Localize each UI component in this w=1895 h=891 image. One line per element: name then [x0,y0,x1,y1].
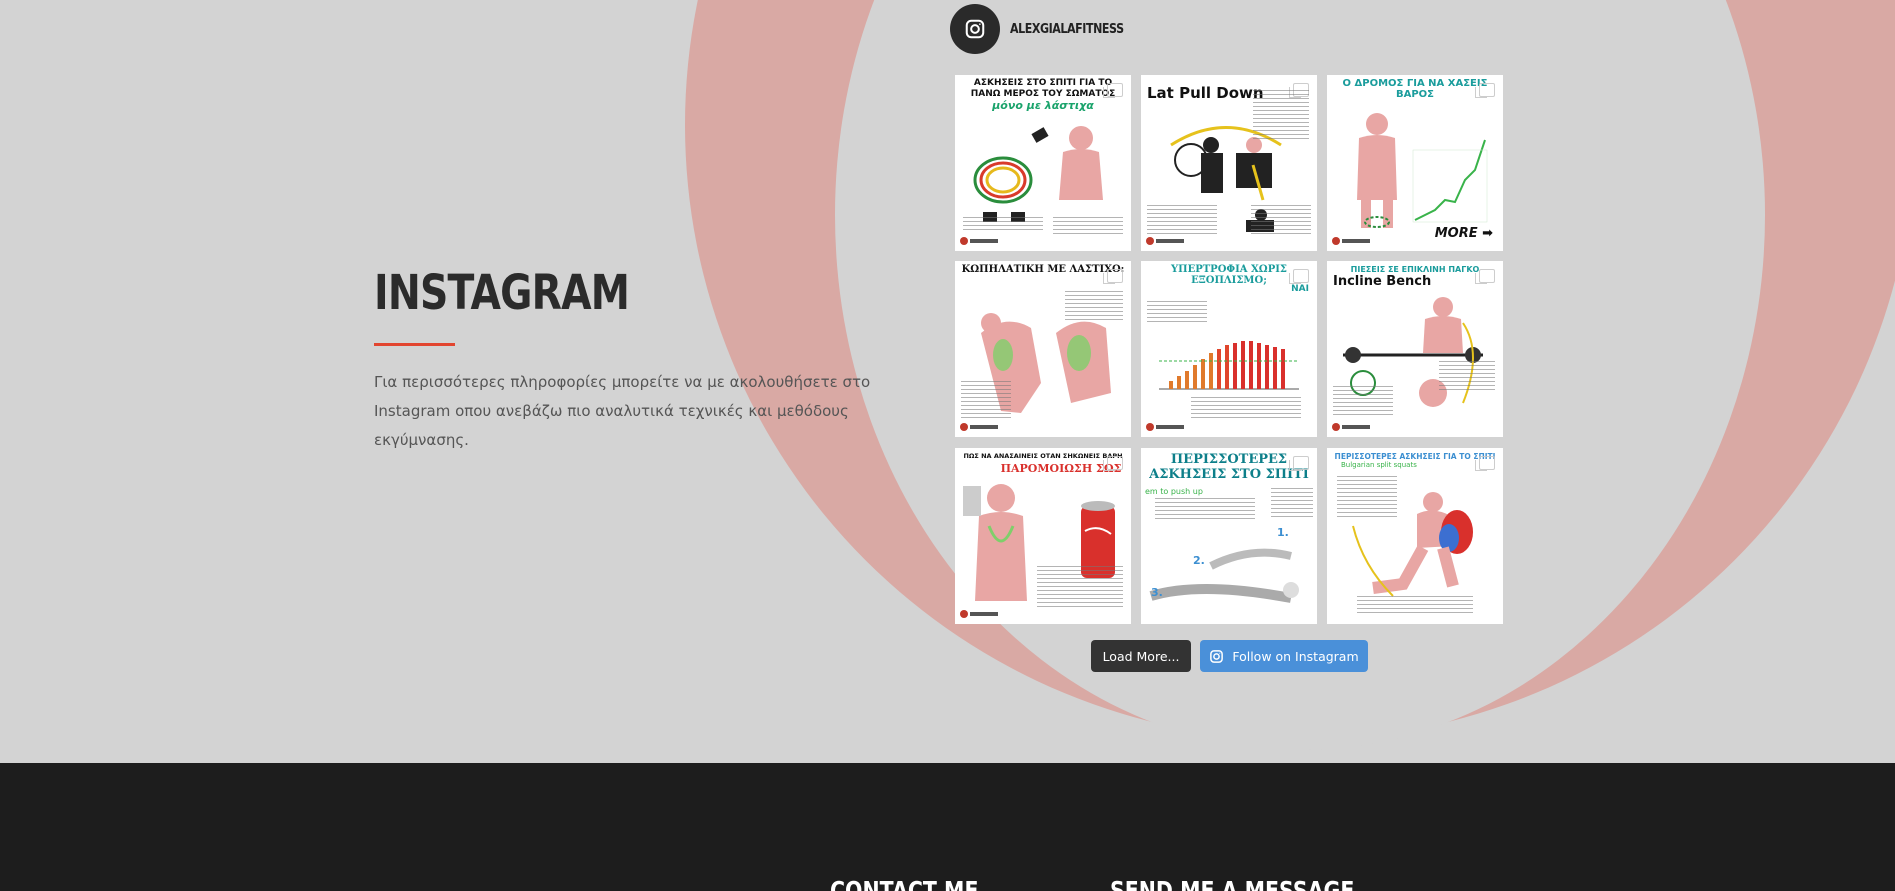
post-caption-text [1053,217,1123,237]
instagram-post[interactable]: ΠΕΡΙΣΣΟΤΕΡΕΣ ΑΣΚΗΣΕΙΣ ΣΤΟ ΣΠΙΤΙ em to pu… [1141,448,1317,624]
post-illustration [1357,113,1488,228]
multi-image-icon [1289,456,1309,471]
post-caption-text [1271,488,1313,518]
instagram-post[interactable]: ΠΩΣ ΝΑ ΑΝΑΣΑΙΝΕΙΣ ΟΤΑΝ ΣΗΚΩΝΕΙΣ ΒΑΡΗ ΠΑΡ… [955,448,1131,624]
instagram-avatar[interactable] [950,4,1000,54]
more-badge: MORE ➡ [1434,226,1493,241]
multi-image-icon [1103,83,1123,98]
instagram-post[interactable]: Lat Pull Down [1141,75,1317,251]
instagram-icon [1210,649,1224,663]
instagram-post[interactable]: Ο ΔΡΟΜΟΣ ΓΙΑ ΝΑ ΧΑΣΕΙΣ ΒΑΡΟΣ MORE ➡ [1327,75,1503,251]
post-illustration [973,126,1103,222]
brand-logo-icon [960,423,998,431]
footer-message-heading: SEND ME A MESSAGE [1110,876,1355,891]
instagram-post[interactable]: ΠΙΕΣΕΙΣ ΣΕ ΕΠΙΚΛΙΝΗ ΠΑΓΚΟ Incline Bench [1327,261,1503,437]
post-caption-text [1147,301,1207,323]
post-title: Ο ΔΡΟΜΟΣ ΓΙΑ ΝΑ ΧΑΣΕΙΣ ΒΑΡΟΣ [1342,78,1488,100]
footer: CONTACT ME SEND ME A MESSAGE [0,763,1895,891]
instagram-profile[interactable]: ALEXGIALAFITNESS [950,4,1144,54]
instagram-post[interactable]: ΠΕΡΙΣΣΟΤΕΡΕΣ ΑΣΚΗΣΕΙΣ ΓΙΑ ΤΟ ΣΠΙΤΙ Bulga… [1327,448,1503,624]
post-caption-text [1065,291,1123,321]
instagram-username[interactable]: ALEXGIALAFITNESS [1010,22,1124,37]
load-more-label: Load More... [1102,648,1180,664]
post-caption-text [1439,361,1495,391]
post-subtitle: μόνο με λάστιχα [992,99,1094,112]
post-title: ΠΩΣ ΝΑ ΑΝΑΣΑΙΝΕΙΣ ΟΤΑΝ ΣΗΚΩΝΕΙΣ ΒΑΡΗ [963,452,1123,460]
post-subtitle: Bulgarian split squats [1341,461,1417,469]
brand-logo-icon [960,610,998,618]
section-description: Για περισσότερες πληροφορίες μπορείτε να… [374,373,871,449]
brand-logo-icon [1332,237,1370,245]
section-heading: INSTAGRAM [374,265,630,321]
post-title: Lat Pull Down [1147,84,1264,102]
post-caption-text [1337,476,1397,520]
brand-logo-icon [960,237,998,245]
post-title: ΚΩΠΗΛΑΤΙΚΗ ΜΕ ΛΑΣΤΙΧΟ: [961,264,1125,275]
svg-text:1.: 1. [1277,526,1289,539]
post-caption-text [1357,596,1473,614]
post-caption-text [1333,386,1393,416]
post-caption-text [961,381,1011,421]
follow-on-instagram-button[interactable]: Follow on Instagram [1200,640,1368,672]
follow-label: Follow on Instagram [1232,648,1359,664]
post-title: ΥΠΕΡΤΡΟΦΙΑ ΧΩΡΙΣ ΕΞΟΠΛΙΣΜΟ; [1171,264,1287,286]
load-more-button[interactable]: Load More... [1091,640,1191,672]
post-caption-text [1191,397,1301,421]
post-caption-text [1037,566,1123,610]
instagram-post[interactable]: ΚΩΠΗΛΑΤΙΚΗ ΜΕ ΛΑΣΤΙΧΟ: [955,261,1131,437]
post-caption-text [1155,498,1255,520]
multi-image-icon [1103,269,1123,284]
post-subtitle: ΝΑΙ [1291,284,1309,294]
instagram-icon [965,19,985,39]
instagram-section: INSTAGRAM Για περισσότερες πληροφορίες μ… [0,0,1895,763]
post-title: ΑΣΚΗΣΕΙΣ ΣΤΟ ΣΠΙΤΙ ΓΙΑ ΤΟ ΠΑΝΩ ΜΕΡΟΣ ΤΟΥ… [970,78,1116,99]
svg-text:2.: 2. [1193,554,1205,567]
post-caption-text [1253,90,1309,140]
post-subtitle: Incline Bench [1333,274,1432,289]
brand-logo-icon [1146,237,1184,245]
heading-underline [374,343,455,346]
multi-image-icon [1475,83,1495,98]
instagram-post[interactable]: ΥΠΕΡΤΡΟΦΙΑ ΧΩΡΙΣ ΕΞΟΠΛΙΣΜΟ; ΝΑΙ [1141,261,1317,437]
post-caption-text [963,217,1043,233]
brand-logo-icon [1146,423,1184,431]
svg-text:em to push up: em to push up [1145,487,1203,496]
multi-image-icon [1475,269,1495,284]
post-bar-illustration [1159,341,1299,390]
multi-image-icon [1289,269,1309,284]
footer-contact-heading: CONTACT ME [830,876,979,891]
multi-image-icon [1475,456,1495,471]
multi-image-icon [1103,456,1123,471]
instagram-post[interactable]: ΑΣΚΗΣΕΙΣ ΣΤΟ ΣΠΙΤΙ ΓΙΑ ΤΟ ΠΑΝΩ ΜΕΡΟΣ ΤΟΥ… [955,75,1131,251]
svg-text:3.: 3. [1151,586,1163,599]
post-caption-text [1147,205,1217,235]
post-title: ΠΕΡΙΣΣΟΤΕΡΕΣ ΑΣΚΗΣΕΙΣ ΣΤΟ ΣΠΙΤΙ [1149,452,1309,482]
brand-logo-icon [1332,423,1370,431]
post-caption-text [1251,205,1311,235]
